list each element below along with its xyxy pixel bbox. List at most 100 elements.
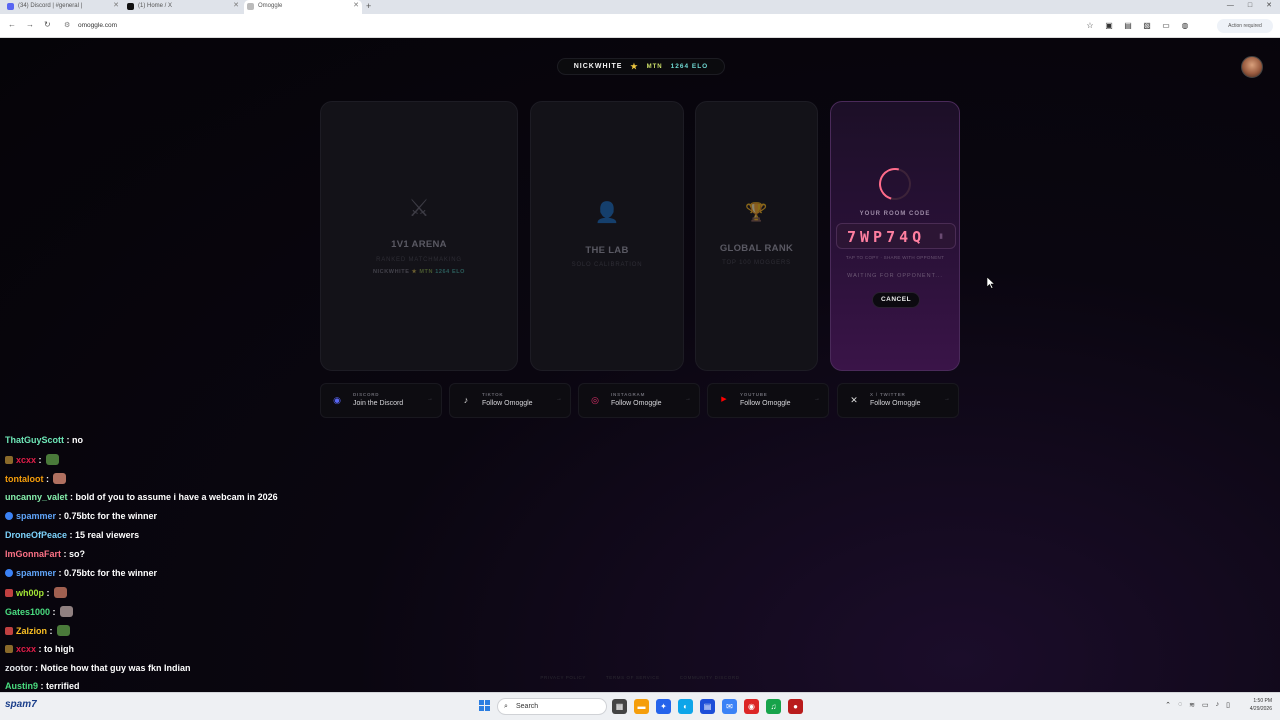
display-icon[interactable]: ▭ (1202, 701, 1209, 709)
copy-icon[interactable]: ▮ (939, 232, 943, 240)
close-icon[interactable]: ✕ (233, 0, 239, 12)
wifi-icon[interactable]: ≋ (1189, 701, 1195, 709)
discord-favicon-icon (7, 3, 14, 10)
network-icon[interactable]: ◌ (1178, 701, 1182, 709)
community-discord-link[interactable]: COMMUNITY DISCORD (680, 675, 740, 680)
battery-icon[interactable]: ▯ (1226, 701, 1230, 709)
chat-message: spammer : 0.75btc for the winner (5, 568, 157, 578)
card-global-rank[interactable]: 🏆 GLOBAL RANK TOP 100 MOGGERS (695, 101, 818, 371)
elo-label: 1264 ELO (670, 63, 709, 70)
volume-icon[interactable]: ♪ (1216, 701, 1220, 709)
tab-omoggle[interactable]: Omoggle ✕ (244, 0, 362, 14)
card-the-lab[interactable]: 👤 THE LAB SOLO CALIBRATION (530, 101, 684, 371)
app-icon[interactable]: ● (788, 699, 803, 714)
chat-badge-icon (5, 589, 13, 597)
taskbar-clock[interactable]: 1:50 PM 4/29/2026 (1250, 697, 1272, 713)
social-youtube[interactable]: ▶ YOUTUBE Follow Omoggle → (707, 383, 829, 418)
task-view-icon[interactable]: ▦ (612, 699, 627, 714)
profile-icon[interactable]: ◍ (1180, 21, 1190, 31)
chat-message: xcxx : (5, 454, 59, 465)
copy-hint: TAP TO COPY · SHARE WITH OPPONENT (845, 255, 945, 260)
reload-icon[interactable]: ↻ (44, 20, 51, 29)
minimize-icon[interactable]: — (1227, 0, 1234, 12)
social-instagram[interactable]: ◎ INSTAGRAM Follow Omoggle → (578, 383, 700, 418)
chat-text: Notice how that guy was fkn Indian (40, 663, 191, 673)
social-label: DISCORD (353, 392, 380, 397)
youtube-icon: ▶ (721, 396, 727, 403)
taskbar-left-label: spam7 (5, 699, 37, 710)
close-window-icon[interactable]: ✕ (1266, 0, 1272, 12)
maximize-icon[interactable]: □ (1248, 0, 1252, 12)
social-tiktok[interactable]: ♪ TIKTOK Follow Omoggle → (449, 383, 571, 418)
social-discord[interactable]: ◉ DISCORD Join the Discord → (320, 383, 442, 418)
terms-link[interactable]: TERMS OF SERVICE (606, 675, 660, 680)
close-icon[interactable]: ✕ (353, 0, 359, 12)
windows-start-icon[interactable] (479, 700, 491, 712)
chat-text: 15 real viewers (75, 530, 140, 540)
emote-icon (56, 625, 70, 636)
mini-rank: MTN (419, 269, 434, 275)
privacy-policy-link[interactable]: PRIVACY POLICY (540, 675, 586, 680)
new-tab-button[interactable]: + (366, 0, 371, 12)
taskbar-search[interactable]: ⌕ Search (497, 698, 607, 715)
card-1v1-arena[interactable]: ⚔ 1V1 ARENA RANKED MATCHMAKING NICKWHITE… (320, 101, 518, 371)
tab-x-home[interactable]: (1) Home / X ✕ (124, 0, 242, 14)
person-icon: 👤 (594, 202, 620, 224)
edge-icon[interactable]: ◐ (678, 699, 693, 714)
room-code: 7WP74Q (847, 228, 926, 246)
chat-username: Zalzion (16, 626, 47, 636)
x-favicon-icon (127, 3, 134, 10)
cancel-button[interactable]: CANCEL (872, 292, 920, 308)
extension-icon[interactable]: ▤ (1123, 21, 1133, 31)
loading-spinner (873, 162, 917, 206)
x-icon: ✕ (850, 395, 858, 405)
chrome-icon[interactable]: ◉ (744, 699, 759, 714)
star-icon: ★ (411, 269, 418, 275)
emote-icon (53, 473, 66, 484)
instagram-icon: ◎ (591, 395, 599, 405)
puzzle-icon[interactable]: ▧ (1142, 21, 1152, 31)
close-icon[interactable]: ✕ (113, 0, 119, 12)
user-status-pill: NICKWHITE ★ MTN 1264 ELO (557, 58, 725, 75)
card-title: 1V1 ARENA (391, 239, 447, 250)
card-subtitle: TOP 100 MOGGERS (722, 260, 791, 266)
chat-username: ImGonnaFart (5, 549, 62, 559)
chat-message: DroneOfPeace : 15 real viewers (5, 530, 140, 540)
discord-icon: ◉ (333, 395, 341, 405)
chat-badge-icon (5, 627, 13, 635)
file-explorer-icon[interactable]: ▬ (634, 699, 649, 714)
avatar[interactable] (1241, 56, 1263, 78)
back-icon[interactable]: ← (8, 20, 16, 29)
extension-icons: ☆ ▣ ▤ ▧ ▭ ◍ (1085, 21, 1190, 31)
address-bar: ← → ↻ ⚙ omoggle.com ☆ ▣ ▤ ▧ ▭ ◍ Action r… (0, 14, 1280, 38)
tab-label: (1) Home / X (138, 3, 173, 9)
mail-icon[interactable]: ✉ (722, 699, 737, 714)
arrow-right-icon: → (944, 396, 950, 402)
extension-icon[interactable]: ▣ (1104, 21, 1114, 31)
tab-discord[interactable]: (34) Discord | #general | ✕ (4, 0, 122, 14)
card-subtitle: RANKED MATCHMAKING (376, 257, 462, 263)
chat-username: xcxx (16, 644, 37, 654)
chat-text: terrified (46, 681, 80, 691)
store-icon[interactable]: ▤ (700, 699, 715, 714)
sidebar-icon[interactable]: ▭ (1161, 21, 1171, 31)
chevron-up-icon[interactable]: ⌃ (1165, 701, 1171, 709)
social-label: TIKTOK (482, 392, 504, 397)
chat-username: spammer (16, 568, 57, 578)
chat-text: 0.75btc for the winner (64, 568, 158, 578)
chat-badge-icon (5, 512, 13, 520)
url-field[interactable]: ⚙ omoggle.com (60, 18, 1100, 34)
chat-username: Austin9 (5, 681, 39, 691)
forward-icon[interactable]: → (26, 20, 34, 29)
social-x-twitter[interactable]: ✕ X / TWITTER Follow Omoggle → (837, 383, 959, 418)
bookmark-star-icon[interactable]: ☆ (1085, 21, 1095, 31)
spotify-icon[interactable]: ♫ (766, 699, 781, 714)
site-info-icon[interactable]: ⚙ (64, 18, 70, 34)
windows-taskbar: spam7 ⌕ Search ▦ ▬ ✦ ◐ ▤ ✉ ◉ ♫ ● ⌃ ◌ ≋ ▭… (0, 692, 1280, 720)
action-required-button[interactable]: Action required (1217, 19, 1273, 33)
room-code-box[interactable]: 7WP74Q ▮ (836, 223, 956, 249)
window-controls: — □ ✕ (1227, 0, 1280, 12)
social-text: Join the Discord (353, 400, 404, 407)
card-user-mini: NICKWHITE ★ MTN 1264 ELO (321, 269, 517, 275)
copilot-icon[interactable]: ✦ (656, 699, 671, 714)
